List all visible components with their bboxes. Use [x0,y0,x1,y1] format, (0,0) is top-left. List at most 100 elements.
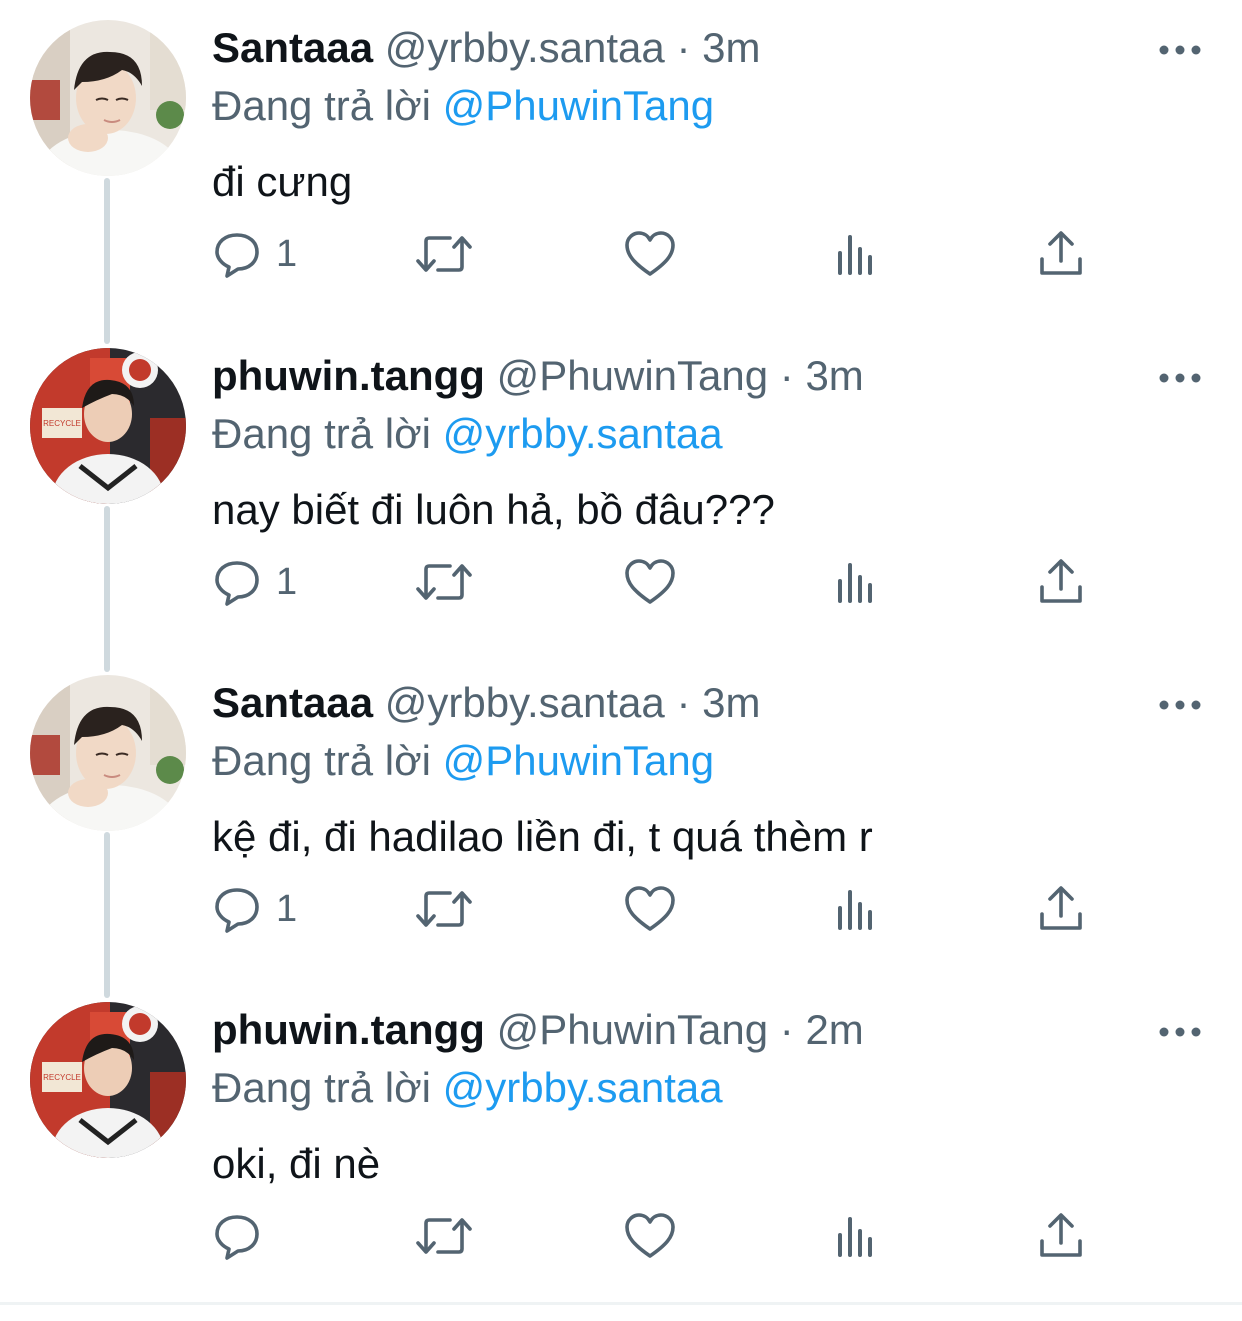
bottom-divider [0,1302,1242,1305]
share-button[interactable] [1036,1208,1086,1264]
like-button[interactable] [624,226,676,282]
reply-button[interactable]: 1 [212,226,297,282]
views-icon [838,1217,872,1257]
replying-to: Đang trả lời @PhuwinTang [212,733,714,789]
tweet-header: phuwin.tangg @PhuwinTang · 3m [212,348,864,404]
conversation-thread: Santaaa @yrbby.santaa · 3m Đang trả lời … [0,0,1242,1321]
share-icon [1040,886,1082,930]
avatar[interactable] [30,20,186,176]
display-name[interactable]: phuwin.tangg [212,352,485,399]
views-button[interactable] [832,881,882,937]
views-icon [838,563,872,603]
tweet-header: Santaaa @yrbby.santaa · 3m [212,20,760,76]
reply-button[interactable] [212,1208,276,1264]
reply-icon [215,233,259,278]
more-icon [1159,45,1201,55]
avatar-santaaa [30,20,186,176]
share-icon [1040,559,1082,603]
heart-icon [625,886,675,931]
action-bar: 1 [0,554,1242,614]
replying-to: Đang trả lời @yrbby.santaa [212,406,723,462]
display-name[interactable]: Santaaa [212,24,373,71]
retweet-button[interactable] [414,226,474,282]
tweet-header: Santaaa @yrbby.santaa · 3m [212,675,760,731]
views-button[interactable] [832,226,882,282]
more-icon [1159,373,1201,383]
user-handle[interactable]: @PhuwinTang [497,1006,768,1053]
replying-to-label: Đang trả lời [212,410,431,457]
avatar-sign-text: RECYCLE [43,419,81,428]
views-icon [838,235,872,275]
avatar[interactable]: RECYCLE [30,1002,186,1158]
avatar-santaaa [30,675,186,831]
retweet-button[interactable] [414,1208,474,1264]
avatar[interactable] [30,675,186,831]
like-button[interactable] [624,881,676,937]
tweet-text: oki, đi nè [212,1140,381,1187]
timestamp[interactable]: 2m [805,1006,863,1053]
tweet-text: đi cưng [212,158,353,205]
separator-dot: · [676,24,691,71]
replying-to-handle[interactable]: @yrbby.santaa [443,410,723,457]
tweet[interactable]: RECYCLE phuwin.tangg @PhuwinTang · 3m Đa… [0,328,1242,628]
replying-to-label: Đang trả lời [212,1064,431,1111]
avatar-phuwin: RECYCLE [30,348,186,504]
retweet-button[interactable] [414,881,474,937]
separator-dot: · [779,352,794,399]
avatar-sign-text: RECYCLE [43,1073,81,1082]
tweet-header: phuwin.tangg @PhuwinTang · 2m [212,1002,864,1058]
avatar[interactable]: RECYCLE [30,348,186,504]
reply-icon [215,888,259,933]
like-button[interactable] [624,1208,676,1264]
tweet-text: kệ đi, đi hadilao liền đi, t quá thèm r [212,813,873,860]
views-button[interactable] [832,554,882,610]
more-button[interactable] [1156,354,1204,402]
share-button[interactable] [1036,226,1086,282]
timestamp[interactable]: 3m [805,352,863,399]
tweet[interactable]: Santaaa @yrbby.santaa · 3m Đang trả lời … [0,0,1242,300]
reply-count: 1 [276,561,298,603]
tweet[interactable]: RECYCLE phuwin.tangg @PhuwinTang · 2m Đa… [0,982,1242,1282]
replying-to: Đang trả lời @yrbby.santaa [212,1060,723,1116]
action-bar: 1 [0,226,1242,286]
retweet-icon [416,236,472,272]
share-icon [1040,231,1082,275]
more-button[interactable] [1156,26,1204,74]
more-icon [1159,1027,1201,1037]
tweet[interactable]: Santaaa @yrbby.santaa · 3m Đang trả lời … [0,655,1242,955]
more-button[interactable] [1156,681,1204,729]
share-icon [1040,1213,1082,1257]
views-icon [838,890,872,930]
user-handle[interactable]: @yrbby.santaa [385,24,665,71]
user-handle[interactable]: @PhuwinTang [497,352,768,399]
like-button[interactable] [624,554,676,610]
share-button[interactable] [1036,881,1086,937]
reply-icon [215,561,259,606]
heart-icon [625,1213,675,1258]
reply-button[interactable]: 1 [212,554,297,610]
reply-button[interactable]: 1 [212,881,297,937]
replying-to-handle[interactable]: @PhuwinTang [443,82,714,129]
retweet-icon [416,1218,472,1254]
retweet-icon [416,564,472,600]
views-button[interactable] [832,1208,882,1264]
avatar-phuwin: RECYCLE [30,1002,186,1158]
timestamp[interactable]: 3m [702,679,760,726]
reply-icon [215,1215,259,1260]
more-button[interactable] [1156,1008,1204,1056]
reply-count: 1 [276,233,298,275]
more-icon [1159,700,1201,710]
display-name[interactable]: phuwin.tangg [212,1006,485,1053]
display-name[interactable]: Santaaa [212,679,373,726]
replying-to-label: Đang trả lời [212,82,431,129]
replying-to-handle[interactable]: @yrbby.santaa [443,1064,723,1111]
replying-to-handle[interactable]: @PhuwinTang [443,737,714,784]
timestamp[interactable]: 3m [702,24,760,71]
retweet-button[interactable] [414,554,474,610]
replying-to-label: Đang trả lời [212,737,431,784]
share-button[interactable] [1036,554,1086,610]
replying-to: Đang trả lời @PhuwinTang [212,78,714,134]
user-handle[interactable]: @yrbby.santaa [385,679,665,726]
action-bar [0,1208,1242,1268]
heart-icon [625,559,675,604]
